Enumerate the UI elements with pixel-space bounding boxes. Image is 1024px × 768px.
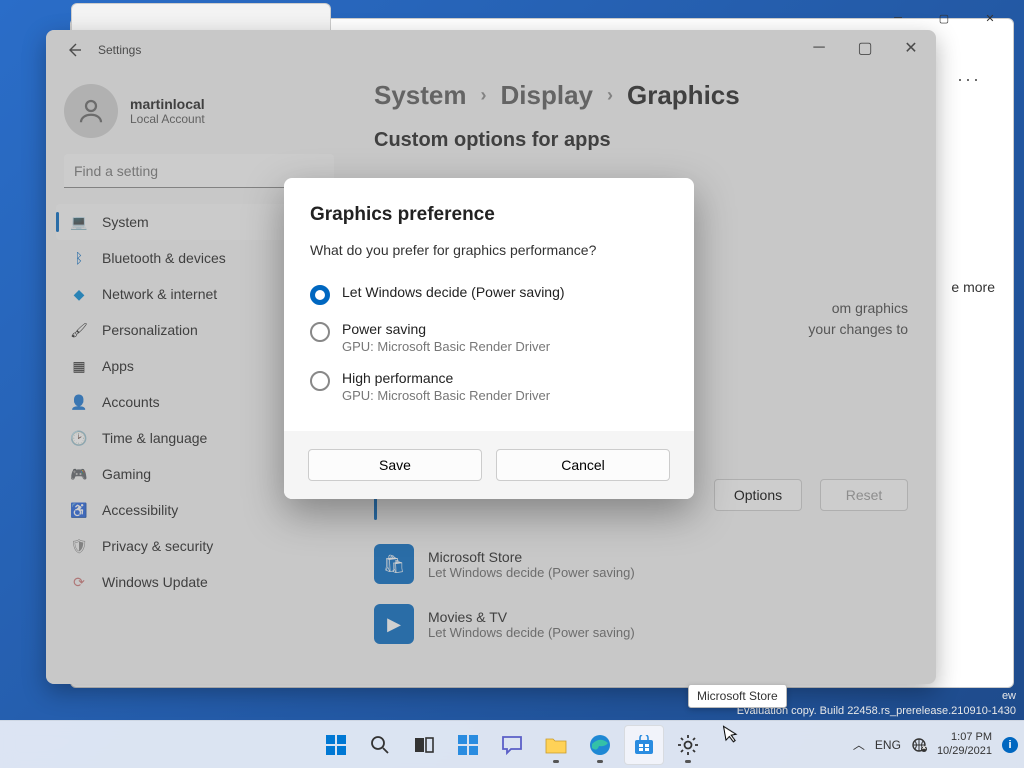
taskbar: ︿ ENG 1:07 PM 10/29/2021 i [0, 720, 1024, 768]
network-icon: ◆ [70, 285, 88, 303]
tray-network-icon[interactable] [911, 738, 927, 752]
sidebar-item-label: Bluetooth & devices [102, 250, 226, 266]
task-view-button[interactable] [404, 725, 444, 765]
radio-option-default[interactable]: Let Windows decide (Power saving) [310, 276, 668, 313]
bluetooth-icon: ᛒ [70, 249, 88, 267]
desc-line2: your changes to [808, 321, 908, 337]
bg-more-icon[interactable]: ··· [957, 69, 981, 90]
gaming-icon: 🎮 [70, 465, 88, 483]
app-name: Movies & TV [428, 609, 635, 625]
app-sub: Let Windows decide (Power saving) [428, 625, 635, 640]
dialog-subtitle: What do you prefer for graphics performa… [310, 242, 668, 258]
window-title: Settings [98, 43, 141, 57]
chevron-right-icon: › [607, 85, 613, 106]
system-icon: 💻 [70, 213, 88, 231]
radio-label: High performance [342, 370, 550, 386]
tray-lang[interactable]: ENG [875, 738, 901, 752]
save-button[interactable]: Save [308, 449, 482, 481]
radio-option-high-performance[interactable]: High performance GPU: Microsoft Basic Re… [310, 362, 668, 411]
radio-button[interactable] [310, 285, 330, 305]
taskbar-center [316, 725, 708, 765]
tray-clock[interactable]: 1:07 PM 10/29/2021 [937, 731, 992, 757]
reset-button[interactable]: Reset [820, 479, 908, 511]
options-button[interactable]: Options [714, 479, 802, 511]
sidebar-item-label: Personalization [102, 322, 198, 338]
store-button[interactable] [624, 725, 664, 765]
avatar [64, 84, 118, 138]
dialog-title: Graphics preference [310, 204, 668, 226]
bg-partial-text: e more [951, 279, 995, 295]
sidebar-item-label: System [102, 214, 149, 230]
sidebar-item-label: Apps [102, 358, 134, 374]
breadcrumb-system[interactable]: System [374, 80, 467, 111]
bg-window-controls: ─ ▢ ✕ [875, 3, 1013, 33]
gpu-label: GPU: Microsoft Basic Render Driver [342, 339, 550, 354]
breadcrumb-display[interactable]: Display [501, 80, 594, 111]
edge-button[interactable] [580, 725, 620, 765]
app-item-store[interactable]: 🛍 Microsoft Store Let Windows decide (Po… [374, 534, 908, 594]
radio-label: Let Windows decide (Power saving) [342, 284, 565, 300]
sidebar-item-label: Accessibility [102, 502, 178, 518]
maximize-button[interactable]: ▢ [842, 32, 888, 64]
system-tray: ︿ ENG 1:07 PM 10/29/2021 i [853, 731, 1018, 757]
gpu-label: GPU: Microsoft Basic Render Driver [342, 388, 550, 403]
app-item-movies[interactable]: ▶ Movies & TV Let Windows decide (Power … [374, 594, 908, 654]
titlebar: Settings ─ ▢ ✕ [46, 30, 936, 70]
app-sub: Let Windows decide (Power saving) [428, 565, 635, 580]
app-list: 🛍 Microsoft Store Let Windows decide (Po… [374, 534, 908, 654]
bg-minimize-button[interactable]: ─ [875, 3, 921, 33]
radio-option-power-saving[interactable]: Power saving GPU: Microsoft Basic Render… [310, 313, 668, 362]
sidebar-item-label: Gaming [102, 466, 151, 482]
breadcrumb-graphics: Graphics [627, 80, 740, 111]
chat-button[interactable] [492, 725, 532, 765]
close-button[interactable]: ✕ [888, 32, 934, 64]
settings-taskbar-button[interactable] [668, 725, 708, 765]
desc-line1: om graphics [832, 300, 908, 316]
graphics-preference-dialog: Graphics preference What do you prefer f… [284, 178, 694, 499]
back-button[interactable] [56, 32, 92, 68]
sidebar-item-privacy[interactable]: 🛡 Privacy & security [56, 528, 338, 564]
tray-chevron-up-icon[interactable]: ︿ [853, 736, 865, 753]
chevron-right-icon: › [481, 85, 487, 106]
sidebar-item-label: Privacy & security [102, 538, 213, 554]
file-explorer-button[interactable] [536, 725, 576, 765]
radio-button[interactable] [310, 371, 330, 391]
update-icon: ⟳ [70, 573, 88, 591]
tooltip: Microsoft Store [688, 684, 787, 708]
app-name: Microsoft Store [428, 549, 635, 565]
clock-icon: 🕑 [70, 429, 88, 447]
user-name: martinlocal [130, 96, 205, 112]
bg-close-button[interactable]: ✕ [967, 3, 1013, 33]
accounts-icon: 👤 [70, 393, 88, 411]
sidebar-item-label: Time & language [102, 430, 207, 446]
sidebar-item-label: Network & internet [102, 286, 217, 302]
cancel-button[interactable]: Cancel [496, 449, 670, 481]
accessibility-icon: ♿ [70, 501, 88, 519]
user-sub: Local Account [130, 112, 205, 126]
store-tile-icon: 🛍 [374, 544, 414, 584]
minimize-button[interactable]: ─ [796, 32, 842, 64]
cursor-icon [722, 723, 741, 745]
apps-icon: ▦ [70, 357, 88, 375]
start-button[interactable] [316, 725, 356, 765]
breadcrumb: System › Display › Graphics [374, 80, 908, 111]
sidebar-item-label: Accounts [102, 394, 160, 410]
widgets-button[interactable] [448, 725, 488, 765]
sidebar-item-label: Windows Update [102, 574, 208, 590]
radio-label: Power saving [342, 321, 550, 337]
sidebar-item-update[interactable]: ⟳ Windows Update [56, 564, 338, 600]
movies-tile-icon: ▶ [374, 604, 414, 644]
radio-button[interactable] [310, 322, 330, 342]
bg-maximize-button[interactable]: ▢ [921, 3, 967, 33]
shield-icon: 🛡 [70, 537, 88, 555]
section-title: Custom options for apps [374, 129, 908, 152]
search-button[interactable] [360, 725, 400, 765]
tray-notification-badge[interactable]: i [1002, 737, 1018, 753]
brush-icon: 🖌 [70, 321, 88, 339]
user-panel[interactable]: martinlocal Local Account [52, 76, 346, 154]
